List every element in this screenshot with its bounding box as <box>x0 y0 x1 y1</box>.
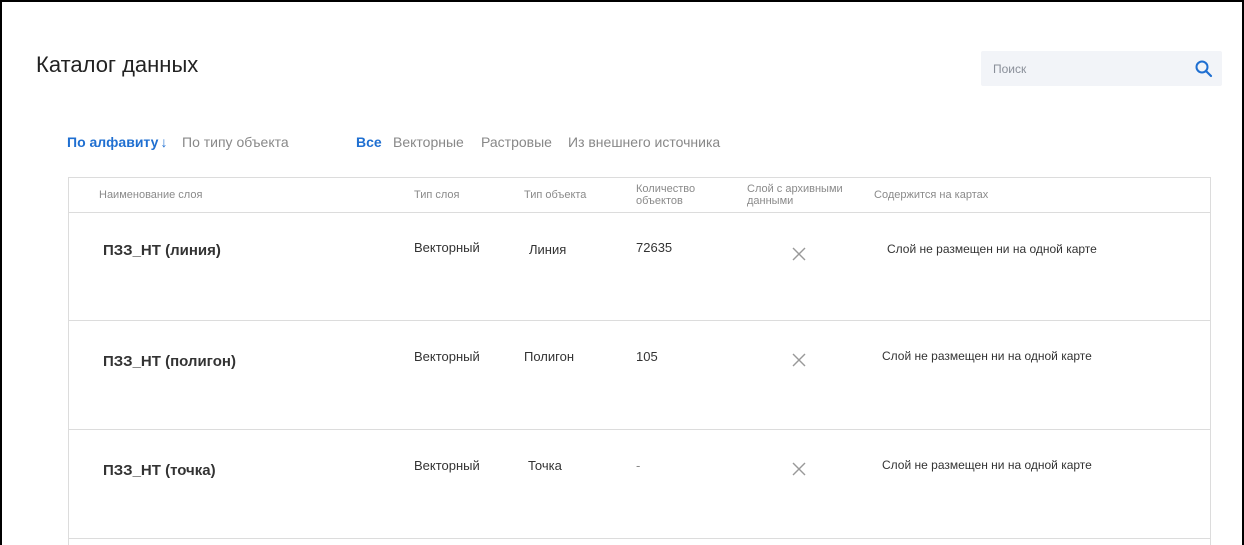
close-icon <box>792 353 806 367</box>
layer-type: Векторный <box>414 240 480 255</box>
layer-name[interactable]: ПЗЗ_НТ (точка) <box>103 462 216 479</box>
sort-alphabet-button[interactable]: По алфавиту ↓ <box>67 134 167 150</box>
object-type: Полигон <box>524 349 575 364</box>
layer-name[interactable]: ПЗЗ_НТ (полигон) <box>103 353 236 370</box>
object-type: Точка <box>528 458 562 473</box>
table-row[interactable]: ПЗЗ_НТ (линия) Векторный Линия 72635 Сло… <box>69 212 1210 321</box>
object-count: 72635 <box>636 240 673 255</box>
header-archive: Слой с архивными данными <box>747 183 843 207</box>
filter-all-tab[interactable]: Все <box>356 134 382 150</box>
object-type: Линия <box>529 242 567 257</box>
arrow-down-icon: ↓ <box>160 134 168 150</box>
filter-raster-tab[interactable]: Растровые <box>481 134 552 150</box>
header-layer-type: Тип слоя <box>414 189 460 201</box>
filter-external-tab[interactable]: Из внешнего источника <box>568 134 720 150</box>
maps-info: Слой не размещен ни на одной карте <box>882 458 1092 472</box>
search-input[interactable] <box>991 59 1185 79</box>
close-icon <box>792 462 806 476</box>
layer-type: Векторный <box>414 349 480 364</box>
header-object-type: Тип объекта <box>524 189 587 201</box>
layers-table: Наименование слоя Тип слоя Тип объекта К… <box>68 177 1211 545</box>
sort-alphabet-label: По алфавиту <box>67 134 159 150</box>
object-count: - <box>636 458 641 473</box>
page-title: Каталог данных <box>36 52 199 77</box>
table-row[interactable]: ПЗЗ_НТ (точка) Векторный Точка - Слой не… <box>69 430 1210 539</box>
header-count: Количество объектов <box>636 183 696 207</box>
table-row[interactable]: ПЗЗ_НТ (полигон) Векторный Полигон 105 С… <box>69 321 1210 430</box>
table-header: Наименование слоя Тип слоя Тип объекта К… <box>69 178 1210 213</box>
layer-name[interactable]: ПЗЗ_НТ (линия) <box>103 242 221 259</box>
sort-object-type-button[interactable]: По типу объекта <box>182 134 289 150</box>
search-icon[interactable] <box>1194 59 1214 79</box>
maps-info: Слой не размещен ни на одной карте <box>887 242 1097 256</box>
header-name: Наименование слоя <box>99 189 203 201</box>
layer-type: Векторный <box>414 458 480 473</box>
search-box[interactable] <box>981 51 1222 86</box>
filter-vector-tab[interactable]: Векторные <box>393 134 464 150</box>
object-count: 105 <box>636 349 658 364</box>
header-maps: Содержится на картах <box>874 189 989 201</box>
maps-info: Слой не размещен ни на одной карте <box>882 349 1092 363</box>
close-icon <box>792 247 806 261</box>
